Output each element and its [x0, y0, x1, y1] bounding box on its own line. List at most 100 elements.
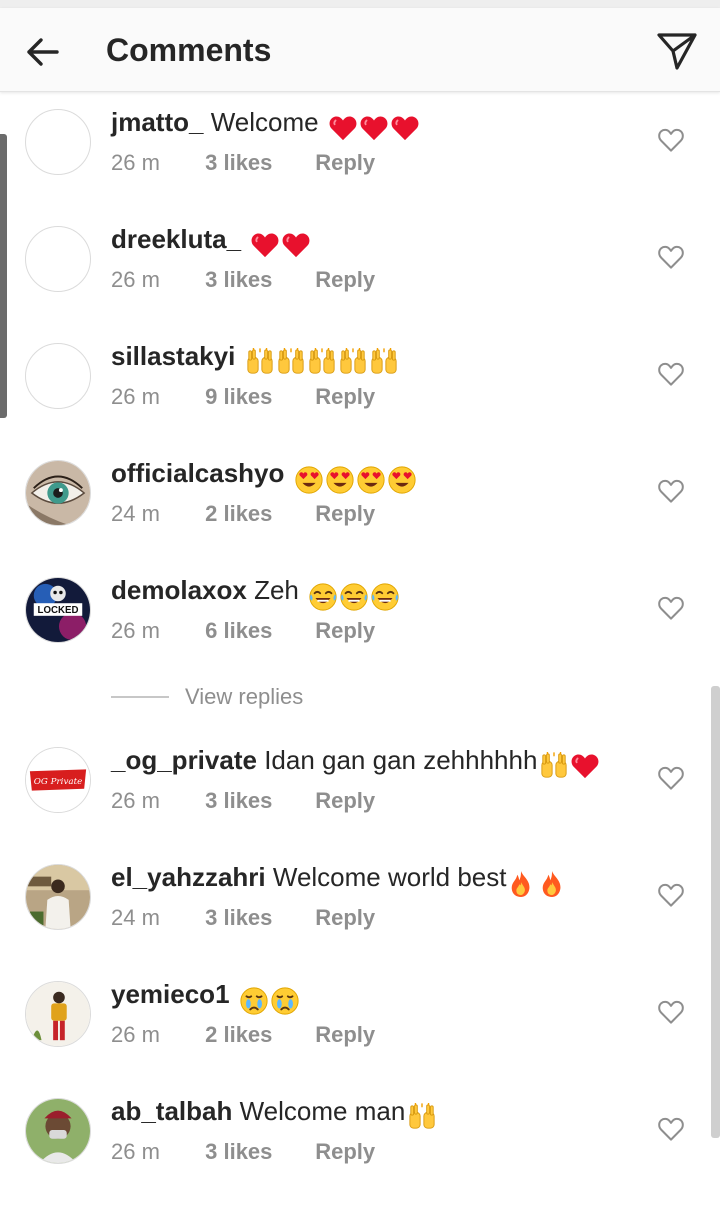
comment-username[interactable]: dreekluta_ — [111, 224, 241, 254]
comment-line: _og_private Idan gan gan zehhhhhh — [111, 743, 601, 781]
laughing-tears-emoji-icon — [339, 582, 369, 611]
reply-button[interactable]: Reply — [315, 617, 375, 645]
like-button[interactable] — [656, 1114, 686, 1144]
likes-count[interactable]: 3 likes — [205, 1138, 309, 1166]
avatar[interactable]: LOCKED — [25, 577, 91, 643]
red-heart-emoji-icon — [281, 231, 311, 259]
comment-emojis — [308, 577, 401, 611]
comment-emojis — [539, 747, 601, 781]
like-button[interactable] — [656, 763, 686, 793]
comment-username[interactable]: _og_private — [111, 745, 257, 775]
reply-button[interactable]: Reply — [315, 787, 375, 815]
comment-line: dreekluta_ — [111, 222, 312, 260]
comment-emojis — [245, 343, 400, 377]
locked-logo-avatar-image: LOCKED — [26, 578, 90, 642]
view-replies-divider — [111, 696, 169, 698]
heart-outline-icon — [658, 883, 684, 907]
avatar[interactable] — [25, 981, 91, 1047]
comment-time: 24 m — [111, 501, 160, 526]
view-replies-button[interactable]: View replies — [111, 683, 303, 711]
reply-button[interactable]: Reply — [315, 266, 375, 294]
comment-username[interactable]: officialcashyo — [111, 458, 284, 488]
avatar[interactable] — [25, 1098, 91, 1164]
avatar[interactable] — [25, 864, 91, 930]
raising-hands-emoji-icon — [338, 347, 368, 376]
likes-count[interactable]: 3 likes — [205, 904, 309, 932]
comment-time: 26 m — [111, 267, 160, 292]
like-button[interactable] — [656, 476, 686, 506]
fire-emoji-icon — [539, 869, 569, 898]
comment-meta: 24 m 2 likes Reply — [111, 500, 375, 528]
avatar[interactable] — [25, 226, 91, 292]
share-button[interactable] — [652, 28, 702, 74]
avatar[interactable]: OG Private — [25, 747, 91, 813]
likes-count[interactable]: 2 likes — [205, 500, 309, 528]
scrollbar[interactable] — [711, 686, 720, 1138]
laughing-tears-emoji-icon — [308, 582, 338, 611]
reply-button[interactable]: Reply — [315, 904, 375, 932]
comment-username[interactable]: ab_talbah — [111, 1096, 232, 1126]
comment-time: 26 m — [111, 150, 160, 175]
comment-row: jmatto_ Welcome 26 m 3 likes Reply — [0, 93, 700, 203]
comment-row: dreekluta_ 26 m 3 likes Reply — [0, 210, 700, 320]
comment-meta: 26 m 3 likes Reply — [111, 149, 375, 177]
reply-button[interactable]: Reply — [315, 383, 375, 411]
comment-meta: 26 m 3 likes Reply — [111, 1138, 375, 1166]
og-private-logo-text: OG Private — [34, 777, 83, 787]
heart-outline-icon — [658, 128, 684, 152]
comment-line: officialcashyo — [111, 456, 418, 494]
comment-line: ab_talbah Welcome man — [111, 1094, 438, 1132]
comment-text: Welcome man — [239, 1096, 406, 1126]
heart-outline-icon — [658, 596, 684, 620]
comment-text: Zeh — [254, 575, 299, 605]
reply-button[interactable]: Reply — [315, 500, 375, 528]
like-button[interactable] — [656, 593, 686, 623]
likes-count[interactable]: 3 likes — [205, 266, 309, 294]
comment-emojis — [407, 1098, 438, 1132]
comment-row: el_yahzzahri Welcome world best 24 m 3 l… — [0, 848, 700, 958]
likes-count[interactable]: 9 likes — [205, 383, 309, 411]
comment-line: demolaxox Zeh — [111, 573, 401, 611]
eye-art-avatar-image — [26, 461, 90, 525]
heart-outline-icon — [658, 766, 684, 790]
likes-count[interactable]: 3 likes — [205, 787, 309, 815]
heart-outline-icon — [658, 1117, 684, 1141]
avatar[interactable] — [25, 460, 91, 526]
avatar[interactable] — [25, 343, 91, 409]
raising-hands-emoji-icon — [369, 347, 399, 376]
comment-username[interactable]: jmatto_ — [111, 107, 203, 137]
comment-emojis — [508, 864, 570, 898]
reply-button[interactable]: Reply — [315, 1138, 375, 1166]
like-button[interactable] — [656, 125, 686, 155]
comment-meta: 26 m 2 likes Reply — [111, 1021, 375, 1049]
comment-line: jmatto_ Welcome — [111, 105, 421, 143]
like-button[interactable] — [656, 359, 686, 389]
comment-line: yemieco1 — [111, 977, 301, 1015]
red-heart-emoji-icon — [570, 752, 600, 780]
comment-row: ab_talbah Welcome man 26 m 3 likes Reply — [0, 1082, 700, 1192]
likes-count[interactable]: 6 likes — [205, 617, 309, 645]
comment-username[interactable]: demolaxox — [111, 575, 247, 605]
avatar[interactable] — [25, 109, 91, 175]
comment-emojis — [294, 460, 418, 494]
likes-count[interactable]: 3 likes — [205, 149, 309, 177]
comment-username[interactable]: sillastakyi — [111, 341, 235, 371]
reply-button[interactable]: Reply — [315, 1021, 375, 1049]
like-button[interactable] — [656, 242, 686, 272]
comment-time: 26 m — [111, 618, 160, 643]
raising-hands-emoji-icon — [307, 347, 337, 376]
like-button[interactable] — [656, 880, 686, 910]
heart-eyes-emoji-icon — [387, 465, 417, 494]
back-button[interactable] — [20, 30, 64, 74]
comment-username[interactable]: yemieco1 — [111, 979, 230, 1009]
red-heart-emoji-icon — [328, 114, 358, 142]
comment-username[interactable]: el_yahzzahri — [111, 862, 266, 892]
comment-emojis — [250, 226, 312, 260]
person-photo-avatar-image — [26, 865, 90, 929]
like-button[interactable] — [656, 997, 686, 1027]
reply-button[interactable]: Reply — [315, 149, 375, 177]
view-replies-label: View replies — [185, 684, 304, 709]
person-photo-avatar-image — [26, 982, 90, 1046]
likes-count[interactable]: 2 likes — [205, 1021, 309, 1049]
comment-time: 26 m — [111, 384, 160, 409]
